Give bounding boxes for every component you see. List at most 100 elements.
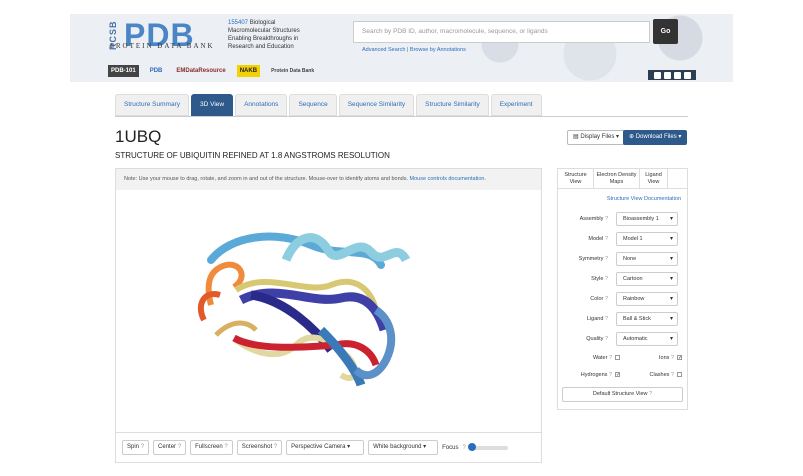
tab-sequence[interactable]: Sequence <box>289 94 337 116</box>
tagline: 155407 Biological Macromolecular Structu… <box>228 19 318 51</box>
hydrogens-label: Hydrogens <box>580 371 608 378</box>
background-select[interactable]: White background ▾ <box>368 440 439 455</box>
help-icon[interactable]: ? <box>605 336 608 342</box>
background-value: White background <box>373 444 422 450</box>
tab-structure-view[interactable]: Structure View <box>558 169 594 188</box>
fullscreen-button[interactable]: Fullscreen ? <box>190 440 233 455</box>
help-icon[interactable]: ? <box>605 296 608 302</box>
focus-label: Focus <box>442 444 459 451</box>
help-icon[interactable]: ? <box>609 355 612 361</box>
help-icon[interactable]: ? <box>671 372 674 378</box>
hydrogens-clashes-row: Hydrogens ? ✓ Clashes ? <box>558 366 687 383</box>
youtube-icon[interactable] <box>673 71 681 79</box>
style-row: Style ? Cartoon <box>558 269 687 289</box>
logo-subtitle: PROTEIN DATA BANK <box>110 42 215 50</box>
help-icon[interactable]: ? <box>462 445 465 451</box>
help-icon[interactable]: ? <box>178 444 181 450</box>
molecule-viewer: Note: Use your mouse to drag, rotate, an… <box>115 168 542 463</box>
center-button[interactable]: Center ? <box>153 440 187 455</box>
help-icon[interactable]: ? <box>649 391 652 397</box>
tab-structure-summary[interactable]: Structure Summary <box>115 94 189 116</box>
github-icon[interactable] <box>683 71 691 79</box>
fullscreen-label: Fullscreen <box>195 444 223 450</box>
style-select[interactable]: Cartoon <box>616 272 678 286</box>
site-header: RCSB PDB PROTEIN DATA BANK 155407 Biolog… <box>70 14 733 82</box>
download-files-label: Download Files <box>635 134 677 140</box>
symmetry-select[interactable]: None <box>616 252 678 266</box>
symmetry-label-text: Symmetry <box>578 256 604 262</box>
tab-ligand-view[interactable]: Ligand View <box>640 169 668 188</box>
symmetry-label: Symmetry ? <box>562 256 616 262</box>
tab-experiment[interactable]: Experiment <box>490 94 542 116</box>
view-settings-panel: Structure View Electron Density Maps Lig… <box>557 168 688 410</box>
ubiquitin-cartoon[interactable] <box>116 190 541 434</box>
wwpdb-logo[interactable]: PDB <box>147 65 166 77</box>
clashes-checkbox[interactable] <box>677 371 682 377</box>
advanced-search-link[interactable]: Advanced Search <box>362 47 405 53</box>
page: RCSB PDB PROTEIN DATA BANK 155407 Biolog… <box>0 0 803 476</box>
model-label-text: Model <box>588 236 604 242</box>
help-icon[interactable]: ? <box>141 444 144 450</box>
help-icon[interactable]: ? <box>224 444 227 450</box>
assembly-label-text: Assembly <box>579 216 604 222</box>
browse-annotations-link[interactable]: Browse by Annotations <box>410 47 466 53</box>
help-icon[interactable]: ? <box>605 216 608 222</box>
color-select[interactable]: Rainbow <box>616 292 678 306</box>
screenshot-button[interactable]: Screenshot ? <box>236 440 283 455</box>
help-icon[interactable]: ? <box>274 444 277 450</box>
tab-divider <box>115 116 688 117</box>
assembly-select[interactable]: Bioassembly 1 <box>616 212 678 226</box>
color-label-text: Color <box>590 296 604 302</box>
model-row: Model ? Model 1 <box>558 229 687 249</box>
search-links: Advanced Search | Browse by Annotations <box>362 47 466 53</box>
quality-row: Quality ? Automatic <box>558 329 687 349</box>
ions-checkbox[interactable]: ✓ <box>677 354 682 360</box>
tab-structure-similarity[interactable]: Structure Similarity <box>416 94 489 116</box>
settings-tabs: Structure View Electron Density Maps Lig… <box>558 169 687 189</box>
viewer-note: Note: Use your mouse to drag, rotate, an… <box>116 169 541 190</box>
spin-button[interactable]: Spin ? <box>122 440 150 455</box>
ions-label: Ions <box>659 354 670 361</box>
color-row: Color ? Rainbow <box>558 289 687 309</box>
structure-view-documentation-link[interactable]: Structure View Documentation <box>558 189 687 209</box>
water-ions-row: Water ? Ions ? ✓ <box>558 349 687 366</box>
model-select[interactable]: Model 1 <box>616 232 678 246</box>
go-button[interactable]: Go <box>653 19 678 44</box>
display-files-button[interactable]: ▤ Display Files ▾ <box>567 130 626 145</box>
tab-electron-density-maps[interactable]: Electron Density Maps <box>594 169 640 188</box>
help-icon[interactable]: ? <box>671 355 674 361</box>
help-icon[interactable]: ? <box>609 372 612 378</box>
tab-3d-view[interactable]: 3D View <box>191 94 234 116</box>
facebook-icon[interactable] <box>653 71 661 79</box>
viewer-controls: Spin ? Center ? Fullscreen ? Screenshot … <box>116 432 541 462</box>
search-input[interactable]: Search by PDB ID, author, macromolecule,… <box>353 21 650 43</box>
download-files-button[interactable]: ⊕ Download Files ▾ <box>623 130 688 145</box>
hydrogens-option: Hydrogens ? ✓ <box>558 372 620 378</box>
nakb-logo[interactable]: NAKB <box>236 65 261 77</box>
tab-annotations[interactable]: Annotations <box>235 94 288 116</box>
assembly-row: Assembly ? Bioassembly 1 <box>558 209 687 229</box>
style-label: Style ? <box>562 276 616 282</box>
structure-count[interactable]: 155407 <box>228 20 248 26</box>
pdb101-logo[interactable]: PDB-101 <box>108 65 139 77</box>
display-files-label: Display Files <box>580 134 615 140</box>
help-icon[interactable]: ? <box>605 256 608 262</box>
camera-select[interactable]: Perspective Camera ▾ <box>286 440 365 455</box>
structure-title: STRUCTURE OF UBIQUITIN REFINED AT 1.8 AN… <box>115 151 390 160</box>
ligand-select[interactable]: Ball & Stick <box>616 312 678 326</box>
focus-slider-handle[interactable] <box>467 442 476 451</box>
molecule-canvas[interactable] <box>116 190 541 434</box>
help-icon[interactable]: ? <box>605 316 608 322</box>
focus-slider[interactable] <box>467 442 508 451</box>
help-icon[interactable]: ? <box>605 276 608 282</box>
help-icon[interactable]: ? <box>605 236 608 242</box>
emdataresource-logo[interactable]: EMDataResource <box>173 65 228 77</box>
ligand-label: Ligand ? <box>562 316 616 322</box>
quality-select[interactable]: Automatic <box>616 332 678 346</box>
center-label: Center <box>158 444 177 450</box>
twitter-icon[interactable] <box>663 71 671 79</box>
default-structure-view-button[interactable]: Default Structure View ? <box>562 387 683 402</box>
mouse-controls-link[interactable]: Mouse controls documentation. <box>410 176 486 182</box>
tab-sequence-similarity[interactable]: Sequence Similarity <box>338 94 415 116</box>
protein-data-bank-logo[interactable]: Protein Data Bank <box>268 65 317 77</box>
